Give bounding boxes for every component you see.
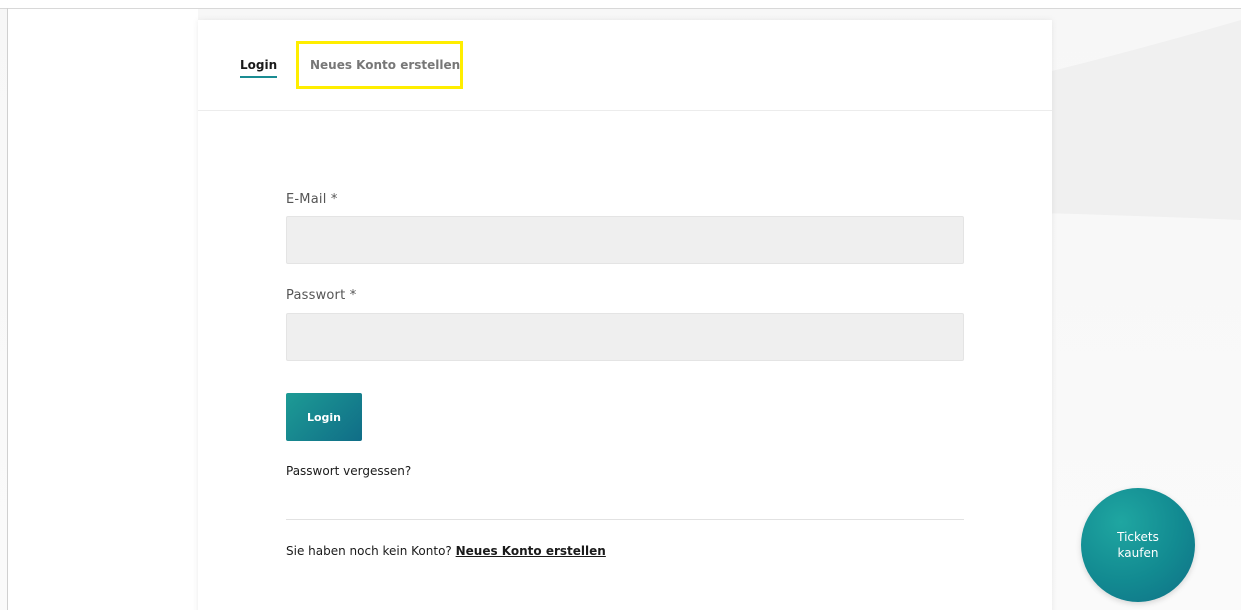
buy-tickets-line1: Tickets [1117,530,1159,544]
password-field[interactable] [286,313,964,361]
tab-register[interactable]: Neues Konto erstellen [310,58,460,72]
left-edge [7,8,8,610]
account-tabs: Login Neues Konto erstellen [198,20,1052,111]
buy-tickets-button[interactable]: Tickets kaufen [1081,488,1195,602]
page-viewport: Login Neues Konto erstellen E-Mail * Pas… [0,0,1241,610]
no-account-text: Sie haben noch kein Konto? Neues Konto e… [286,544,606,558]
login-card: Login Neues Konto erstellen E-Mail * Pas… [198,20,1052,610]
email-field[interactable] [286,216,964,264]
email-label: E-Mail * [286,192,338,207]
left-margin [8,9,198,610]
tab-login[interactable]: Login [240,58,278,78]
divider [286,519,964,520]
login-button[interactable]: Login [286,393,362,441]
forgot-password-link[interactable]: Passwort vergessen? [286,464,411,478]
no-account-prompt: Sie haben noch kein Konto? [286,544,452,558]
register-link[interactable]: Neues Konto erstellen [456,544,606,558]
password-label: Passwort * [286,288,357,303]
buy-tickets-line2: kaufen [1117,546,1159,560]
window-top-edge [0,0,1241,9]
